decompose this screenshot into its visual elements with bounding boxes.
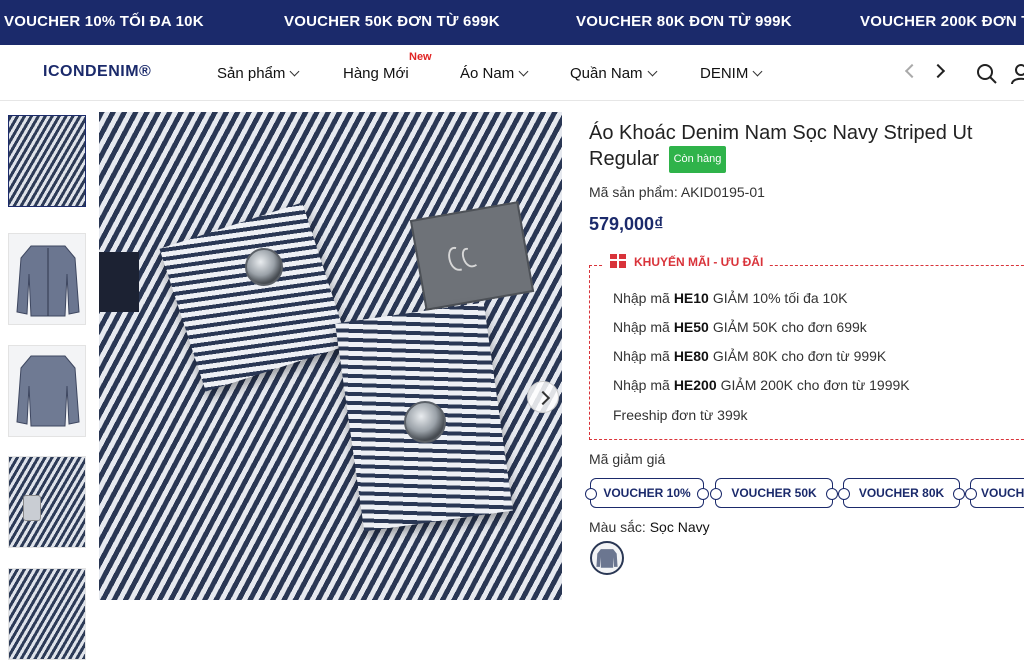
nav-label: Hàng Mới [343, 65, 409, 82]
search-icon[interactable] [976, 63, 998, 85]
nav-label: DENIM [700, 65, 749, 82]
chevron-down-icon [289, 66, 300, 77]
thumbnail-3[interactable] [8, 345, 86, 437]
coupon-button[interactable]: VOUCHER 50K [710, 478, 838, 508]
thumbnail-4[interactable] [8, 456, 86, 548]
color-value: Sọc Navy [649, 519, 710, 535]
user-icon[interactable] [1010, 63, 1024, 85]
promo-code: HE50 [673, 319, 709, 335]
nav-item-san-pham[interactable]: Sản phẩm [217, 65, 300, 82]
site-header: ICONDENIM® Sản phẩm Hàng Mới New Áo Nam … [0, 45, 1024, 101]
product-title-text: Áo Khoác Denim Nam Sọc Navy Striped Ut R… [589, 122, 973, 170]
chevron-down-icon [647, 66, 657, 77]
chevron-down-icon [752, 66, 763, 77]
nav-label: Sản phẩm [217, 65, 286, 82]
chevron-down-icon [518, 66, 529, 77]
nav-item-hang-moi[interactable]: Hàng Mới [343, 65, 409, 82]
product-price: 579,000₫ [589, 214, 664, 234]
nav-item-denim[interactable]: DENIM [700, 65, 763, 82]
voucher-ticker: VOUCHER 10% TỐI ĐA 10K VOUCHER 50K ĐƠN T… [0, 0, 1024, 45]
voucher-ticker-item: VOUCHER 80K ĐƠN TỪ 999K [576, 13, 792, 30]
zipper-detail [99, 252, 139, 312]
sku-value: AKID0195-01 [680, 184, 765, 200]
voucher-ticker-item: VOUCHER 200K ĐƠN TỪ [860, 13, 1024, 30]
brand-logo[interactable]: ICONDENIM® [43, 63, 151, 81]
jacket-front-image [16, 245, 80, 317]
coupon-button[interactable]: VOUCHER 10% [585, 478, 709, 508]
patch-emblem-icon [448, 247, 477, 271]
voucher-ticker-item: VOUCHER 10% TỐI ĐA 10K [4, 13, 204, 30]
promo-desc: GIẢM 200K cho đơn từ 1999K [720, 377, 910, 393]
promo-desc: GIẢM 50K cho đơn 699k [712, 319, 867, 335]
sku-label: Mã sản phẩm: [589, 184, 678, 200]
promo-prefix: Nhập mã [613, 290, 670, 306]
promo-code: HE200 [673, 377, 717, 393]
thumbnail-1[interactable] [8, 115, 86, 207]
promo-line: Nhập mã HE10 GIẢM 10% tối đa 10K [613, 290, 847, 306]
promo-heading: KHUYẾN MÃI - ƯU ĐÃI [604, 254, 770, 269]
voucher-ticker-item: VOUCHER 50K ĐƠN TỪ 699K [284, 13, 500, 30]
color-label-text: Màu sắc: [589, 519, 646, 535]
nav-label: Áo Nam [460, 65, 515, 82]
color-label: Màu sắc: Sọc Navy [589, 519, 710, 535]
phone-pocket-detail [23, 495, 41, 521]
coupon-button[interactable]: VOUCH [965, 478, 1024, 508]
sleeve-cuff [159, 202, 349, 392]
product-sku: Mã sản phẩm: AKID0195-01 [589, 184, 765, 200]
coupon-title: Mã giảm giá [589, 451, 666, 467]
promo-line: Nhập mã HE50 GIẢM 50K cho đơn 699k [613, 319, 867, 335]
nav-item-ao-nam[interactable]: Áo Nam [460, 65, 529, 82]
promo-line: Nhập mã HE80 GIẢM 80K cho đơn từ 999K [613, 348, 886, 364]
color-swatch-soc-navy[interactable] [590, 541, 624, 575]
promo-prefix: Nhập mã [613, 319, 670, 335]
promo-desc: GIẢM 10% tối đa 10K [712, 290, 848, 306]
promo-prefix: Nhập mã [613, 348, 670, 364]
promo-title: KHUYẾN MÃI - ƯU ĐÃI [634, 255, 764, 269]
gift-icon [610, 254, 626, 268]
coupon-button[interactable]: VOUCHER 80K [838, 478, 965, 508]
promo-code: HE10 [673, 290, 709, 306]
chevron-left-icon[interactable] [904, 63, 920, 79]
metal-button [245, 248, 283, 286]
logo-patch [409, 201, 535, 311]
product-title: Áo Khoác Denim Nam Sọc Navy Striped Ut R… [589, 121, 1024, 173]
promo-prefix: Nhập mã [613, 377, 670, 393]
jacket-back-image [16, 355, 80, 427]
stock-badge: Còn hàng [668, 146, 727, 173]
nav-label: Quần Nam [570, 65, 643, 82]
promo-desc: GIẢM 80K cho đơn từ 999K [712, 348, 887, 364]
promo-code: HE80 [673, 348, 709, 364]
jacket-swatch-icon [596, 549, 618, 568]
chevron-right-icon[interactable] [930, 63, 946, 79]
thumbnail-2[interactable] [8, 233, 86, 325]
promo-line: Nhập mã HE200 GIẢM 200K cho đơn từ 1999K [613, 377, 910, 393]
product-main-image [99, 112, 562, 600]
next-image-button[interactable] [527, 381, 559, 413]
freeship-line: Freeship đơn từ 399k [613, 407, 748, 423]
new-badge: New [409, 51, 432, 63]
thumbnail-5[interactable] [8, 568, 86, 660]
metal-button [404, 401, 446, 443]
nav-item-quan-nam[interactable]: Quần Nam [570, 65, 657, 82]
